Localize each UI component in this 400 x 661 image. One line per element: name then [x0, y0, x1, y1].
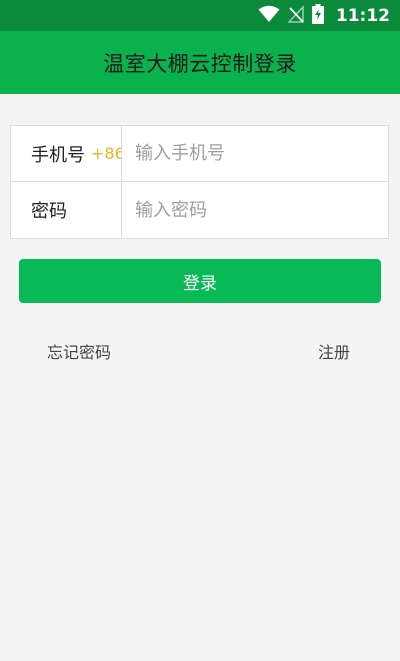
phone-row: 手机号 +86	[11, 126, 388, 182]
phone-label: 手机号	[31, 144, 85, 166]
password-label-cell: 密码	[11, 182, 122, 238]
page-title: 温室大棚云控制登录	[103, 51, 297, 76]
phone-label-cell: 手机号 +86	[11, 126, 122, 181]
forgot-password-link[interactable]: 忘记密码	[47, 339, 111, 363]
app-bar: 温室大棚云控制登录	[0, 31, 400, 94]
wifi-icon	[258, 5, 280, 27]
password-input[interactable]	[135, 182, 385, 238]
status-icons: 11:12	[258, 0, 390, 31]
register-link[interactable]: 注册	[318, 339, 350, 363]
no-signal-icon	[287, 4, 304, 27]
battery-charging-icon	[311, 3, 324, 28]
password-label: 密码	[31, 201, 67, 222]
status-time: 11:12	[335, 5, 390, 26]
phone-input[interactable]	[135, 126, 385, 181]
status-bar: 11:12	[0, 0, 400, 31]
password-row: 密码	[11, 182, 388, 238]
country-code: +86	[91, 144, 122, 163]
login-button[interactable]: 登录	[19, 259, 381, 303]
login-form: 手机号 +86 密码	[10, 125, 389, 239]
